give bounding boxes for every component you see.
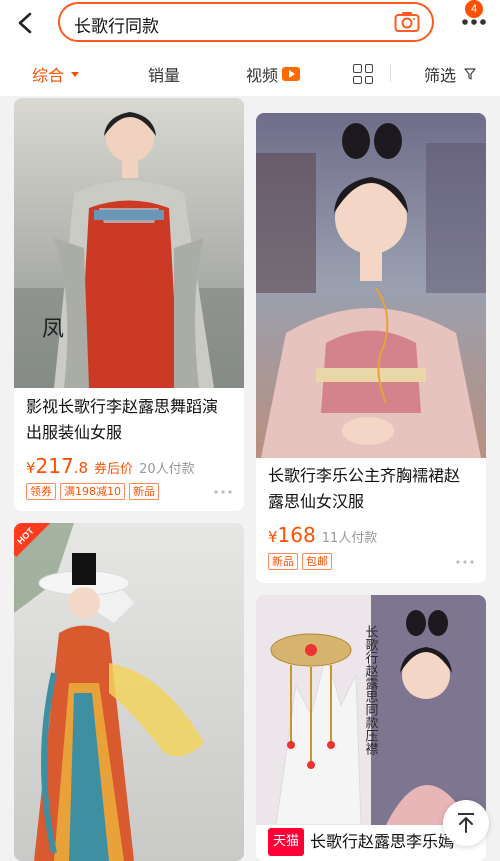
sort-sales-label: 销量 — [148, 66, 181, 85]
product-title[interactable]: 影视长歌行李赵露思舞蹈演 出服装仙女服 — [26, 394, 218, 446]
tmall-badge: 天猫 — [268, 828, 305, 856]
top-bar: 长歌行同款 4 — [0, 0, 500, 50]
notification-badge: 4 — [465, 0, 483, 18]
product-card[interactable]: 凤 影视长歌行李赵露思舞蹈演 出服装仙女服 ¥217.8 券后价 20人付款 领… — [14, 98, 244, 511]
tag-new: 新品 — [129, 483, 159, 500]
coupon-price-label: 券后价 — [94, 462, 134, 477]
product-image — [256, 113, 486, 458]
arrow-up-icon — [458, 813, 474, 833]
tag-list: 领券 满198减10 新品 — [26, 483, 159, 500]
product-title-line: 出服装仙女服 — [26, 423, 123, 442]
more-options-icon[interactable] — [214, 490, 232, 494]
grid-view-icon[interactable] — [353, 64, 373, 84]
sort-bar: 综合 销量 视频 筛选 — [0, 50, 500, 96]
product-price: ¥217.8 — [26, 454, 89, 478]
product-image: 凤 — [14, 98, 244, 388]
product-card[interactable]: HOT — [14, 523, 244, 861]
product-image: 长歌行赵露思同款压襟 — [256, 595, 486, 825]
filter-button[interactable]: 筛选 — [424, 62, 476, 86]
video-icon — [282, 67, 301, 81]
product-card[interactable]: 长歌行李乐公主齐胸襦裙赵 露思仙女汉服 ¥168 11人付款 新品 包邮 — [256, 113, 486, 583]
sort-video[interactable]: 视频 — [246, 62, 301, 86]
camera-icon[interactable] — [394, 11, 420, 33]
sort-video-label: 视频 — [246, 66, 279, 85]
product-title[interactable]: 天猫 长歌行赵露思李乐嫣 — [268, 828, 454, 856]
vertical-caption: 长歌行赵露思同款压襟 — [363, 625, 379, 755]
sort-sales[interactable]: 销量 — [148, 62, 180, 86]
tag-list: 新品 包邮 — [268, 553, 332, 570]
hot-ribbon: HOT — [14, 523, 54, 563]
product-title[interactable]: 长歌行李乐公主齐胸襦裙赵 露思仙女汉服 — [268, 463, 460, 515]
filter-label: 筛选 — [424, 66, 457, 85]
tag-new: 新品 — [268, 553, 298, 570]
tag-discount: 满198减10 — [60, 483, 125, 500]
back-button[interactable] — [10, 8, 40, 38]
back-to-top-button[interactable] — [443, 800, 489, 846]
tag-coupon: 领券 — [26, 483, 56, 500]
funnel-icon — [464, 68, 476, 80]
price-row: ¥217.8 券后价 20人付款 — [26, 454, 195, 478]
sort-comprehensive-label: 综合 — [32, 66, 65, 85]
search-bar[interactable]: 长歌行同款 — [58, 2, 434, 42]
divider — [390, 64, 391, 82]
product-title-line: 露思仙女汉服 — [268, 492, 365, 511]
search-input[interactable]: 长歌行同款 — [74, 12, 159, 37]
sold-count: 20人付款 — [139, 462, 195, 477]
product-title-line: 长歌行赵露思李乐嫣 — [310, 832, 455, 851]
product-title-line: 长歌行李乐公主齐胸襦裙赵 — [268, 466, 461, 485]
sort-comprehensive[interactable]: 综合 — [32, 62, 80, 86]
back-arrow-icon — [18, 12, 32, 34]
calligraphy-logo: 凤 — [42, 317, 64, 342]
sold-count: 11人付款 — [321, 531, 378, 546]
more-options-icon[interactable] — [456, 560, 474, 564]
product-image — [14, 523, 244, 861]
product-title-line: 影视长歌行李赵露思舞蹈演 — [26, 397, 219, 416]
price-row: ¥168 11人付款 — [268, 523, 377, 547]
product-price: ¥168 — [268, 523, 316, 547]
caret-down-icon — [71, 71, 80, 77]
tag-free-shipping: 包邮 — [302, 553, 332, 570]
